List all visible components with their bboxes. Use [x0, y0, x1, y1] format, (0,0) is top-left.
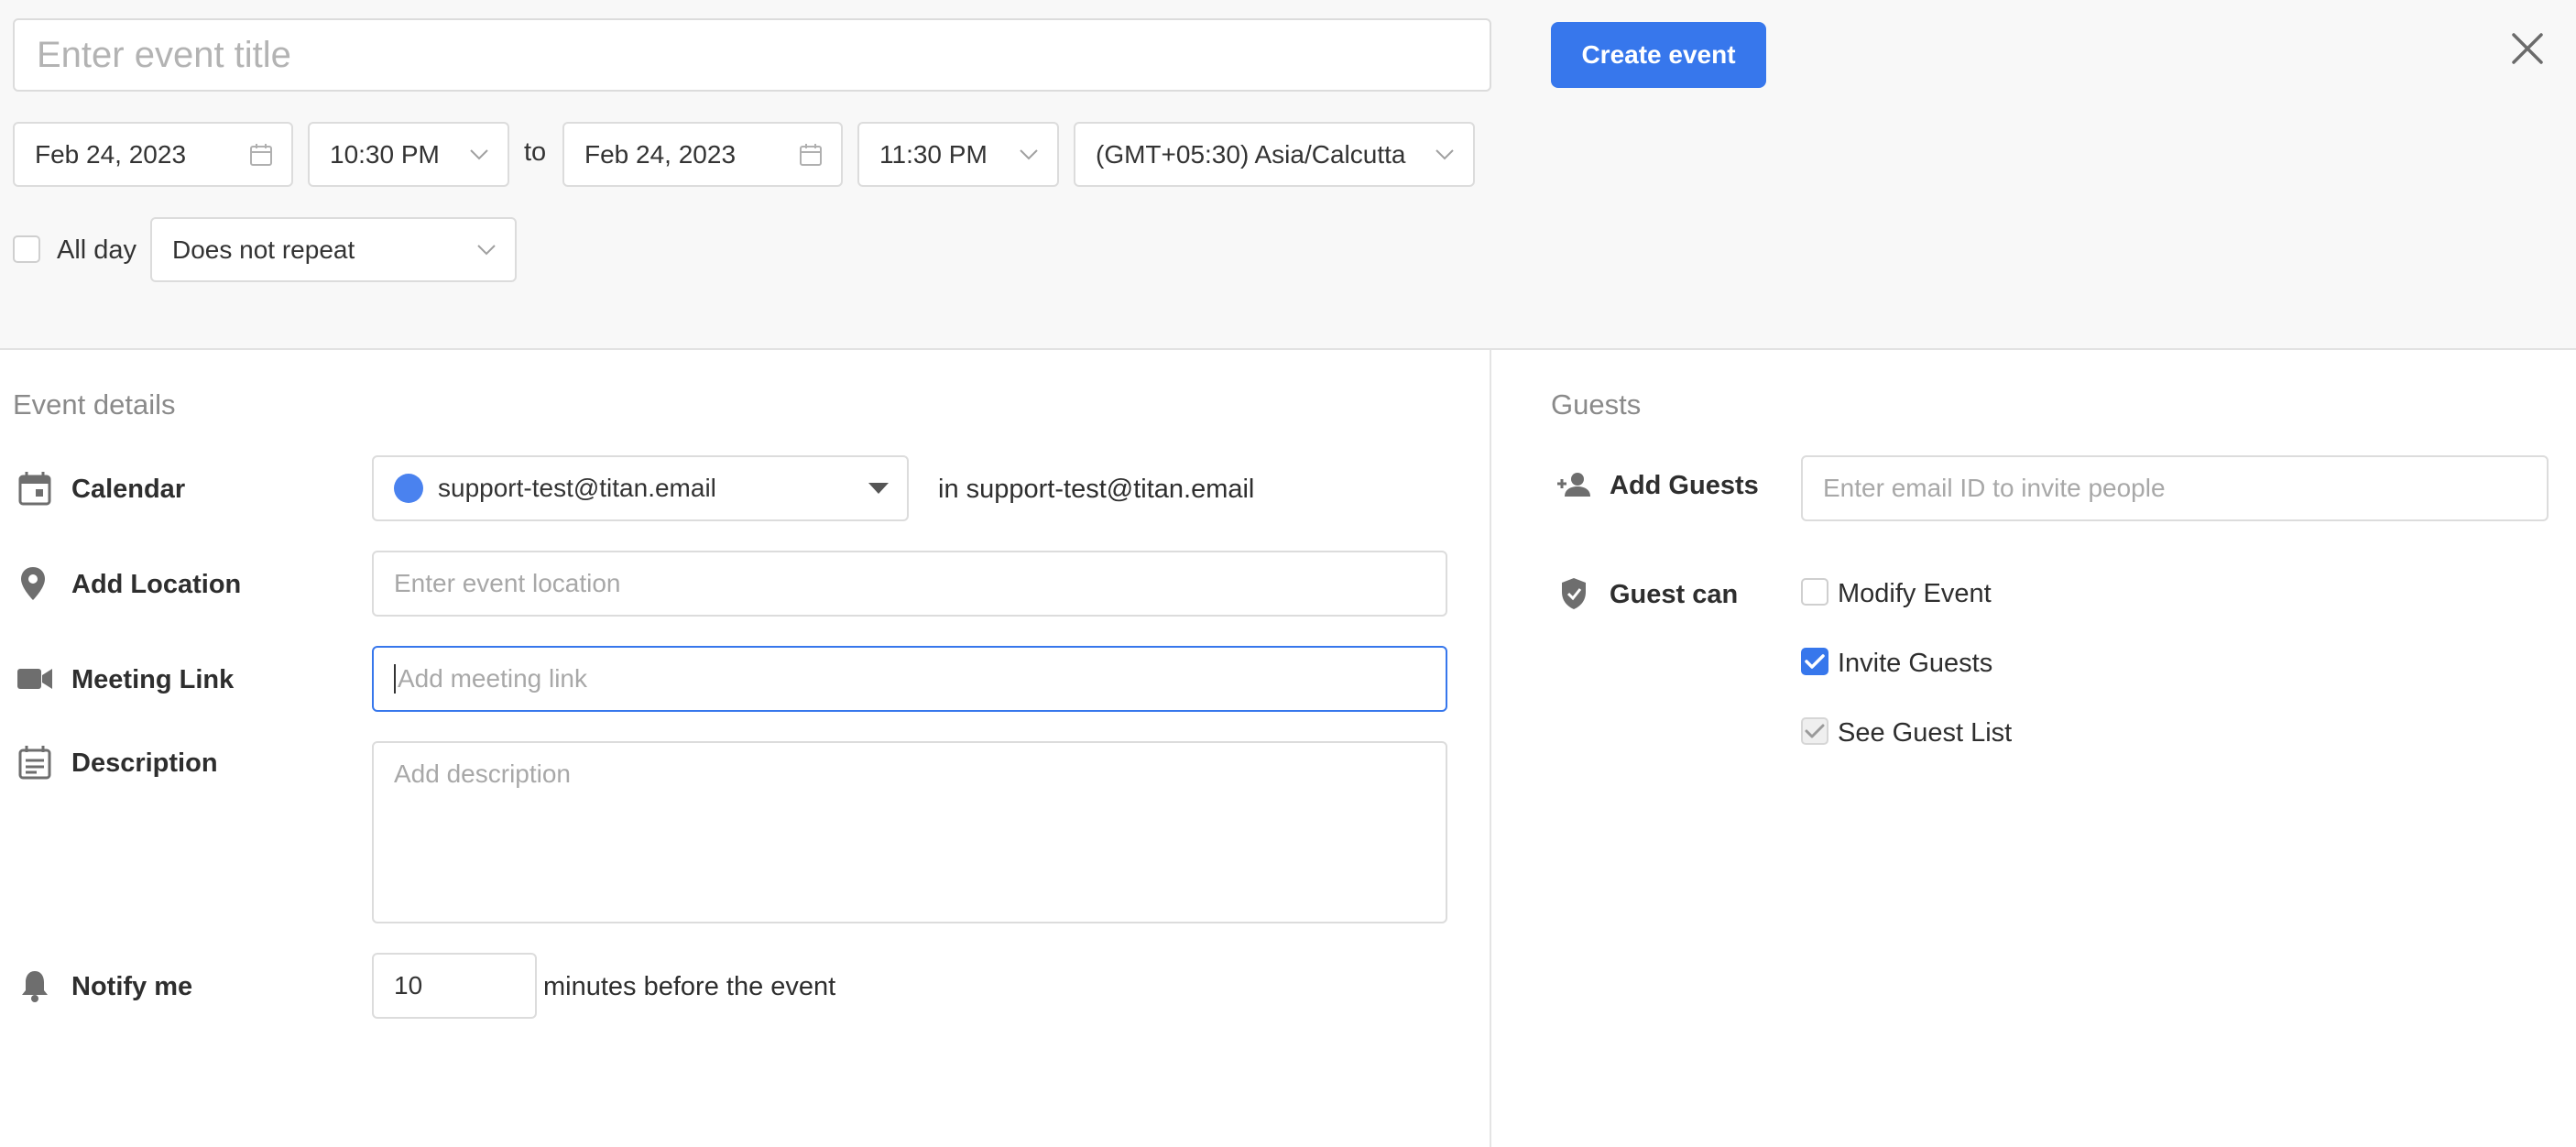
add-guests-label: Add Guests	[1610, 471, 1759, 500]
shield-icon	[1555, 575, 1592, 612]
timezone-select[interactable]: (GMT+05:30) Asia/Calcutta	[1074, 122, 1475, 187]
location-input[interactable]: Enter event location	[372, 551, 1447, 617]
end-time-select[interactable]: 11:30 PM	[857, 122, 1059, 187]
close-icon[interactable]	[2506, 27, 2549, 70]
start-date-value: Feb 24, 2023	[35, 139, 187, 169]
meeting-link-placeholder: Add meeting link	[398, 664, 588, 693]
check-icon	[1805, 724, 1825, 738]
location-label: Add Location	[71, 570, 242, 599]
invite-guests-label: Invite Guests	[1838, 649, 1993, 678]
chevron-down-icon	[1435, 148, 1455, 161]
calendar-icon	[799, 143, 823, 167]
all-day-checkbox[interactable]	[13, 235, 40, 263]
description-placeholder: Add description	[394, 759, 572, 788]
start-time-select[interactable]: 10:30 PM	[308, 122, 509, 187]
caret-down-icon	[868, 483, 889, 494]
notify-suffix-text: minutes before the event	[543, 972, 836, 1001]
notify-minutes-input[interactable]: 10	[372, 953, 537, 1019]
event-title-placeholder: Enter event title	[37, 34, 291, 75]
invite-guests-checkbox[interactable]	[1801, 648, 1828, 675]
chevron-down-icon	[469, 148, 489, 161]
bell-icon	[16, 967, 53, 1004]
all-day-label: All day	[57, 235, 137, 265]
start-time-value: 10:30 PM	[330, 139, 440, 169]
modify-event-label: Modify Event	[1838, 579, 1992, 608]
calendar-owner-text: in support-test@titan.email	[938, 475, 1255, 504]
description-icon	[16, 744, 53, 781]
end-date-picker[interactable]: Feb 24, 2023	[562, 122, 843, 187]
calendar-color-dot	[394, 474, 423, 503]
description-label: Description	[71, 748, 218, 778]
location-pin-icon	[15, 565, 51, 602]
see-guest-list-checkbox	[1801, 717, 1828, 745]
meeting-link-input[interactable]: Add meeting link	[372, 646, 1447, 712]
end-time-value: 11:30 PM	[879, 139, 988, 169]
start-date-picker[interactable]: Feb 24, 2023	[13, 122, 293, 187]
create-event-label: Create event	[1581, 40, 1736, 69]
guests-title: Guests	[1551, 388, 1642, 421]
calendar-value: support-test@titan.email	[438, 474, 716, 502]
guest-email-input[interactable]: Enter email ID to invite people	[1801, 455, 2549, 521]
check-icon	[1805, 654, 1825, 669]
see-guest-list-label: See Guest List	[1838, 718, 2013, 748]
event-header-panel: Enter event title Create event Feb 24, 2…	[0, 0, 2576, 350]
event-details-title: Event details	[13, 388, 176, 421]
create-event-button[interactable]: Create event	[1551, 22, 1766, 88]
chevron-down-icon	[1019, 148, 1039, 161]
calendar-select[interactable]: support-test@titan.email	[372, 455, 909, 521]
text-caret	[394, 664, 396, 694]
chevron-down-icon	[476, 244, 497, 257]
description-textarea[interactable]: Add description	[372, 741, 1447, 923]
end-date-value: Feb 24, 2023	[584, 139, 737, 169]
location-placeholder: Enter event location	[394, 569, 621, 597]
timezone-value: (GMT+05:30) Asia/Calcutta	[1096, 139, 1406, 169]
notify-label: Notify me	[71, 972, 193, 1001]
calendar-icon	[16, 470, 53, 507]
guest-can-label: Guest can	[1610, 580, 1739, 609]
guest-email-placeholder: Enter email ID to invite people	[1823, 474, 2166, 502]
video-camera-icon	[16, 661, 53, 697]
calendar-label: Calendar	[71, 475, 186, 504]
event-title-input[interactable]: Enter event title	[13, 18, 1491, 92]
modify-event-checkbox[interactable]	[1801, 578, 1828, 606]
to-label: to	[524, 137, 547, 167]
notify-minutes-value: 10	[394, 971, 423, 1000]
repeat-value: Does not repeat	[172, 235, 355, 264]
column-divider	[1490, 350, 1491, 1147]
repeat-select[interactable]: Does not repeat	[150, 217, 517, 282]
meeting-link-label: Meeting Link	[71, 665, 235, 694]
calendar-icon	[249, 143, 273, 167]
add-person-icon	[1555, 466, 1592, 503]
